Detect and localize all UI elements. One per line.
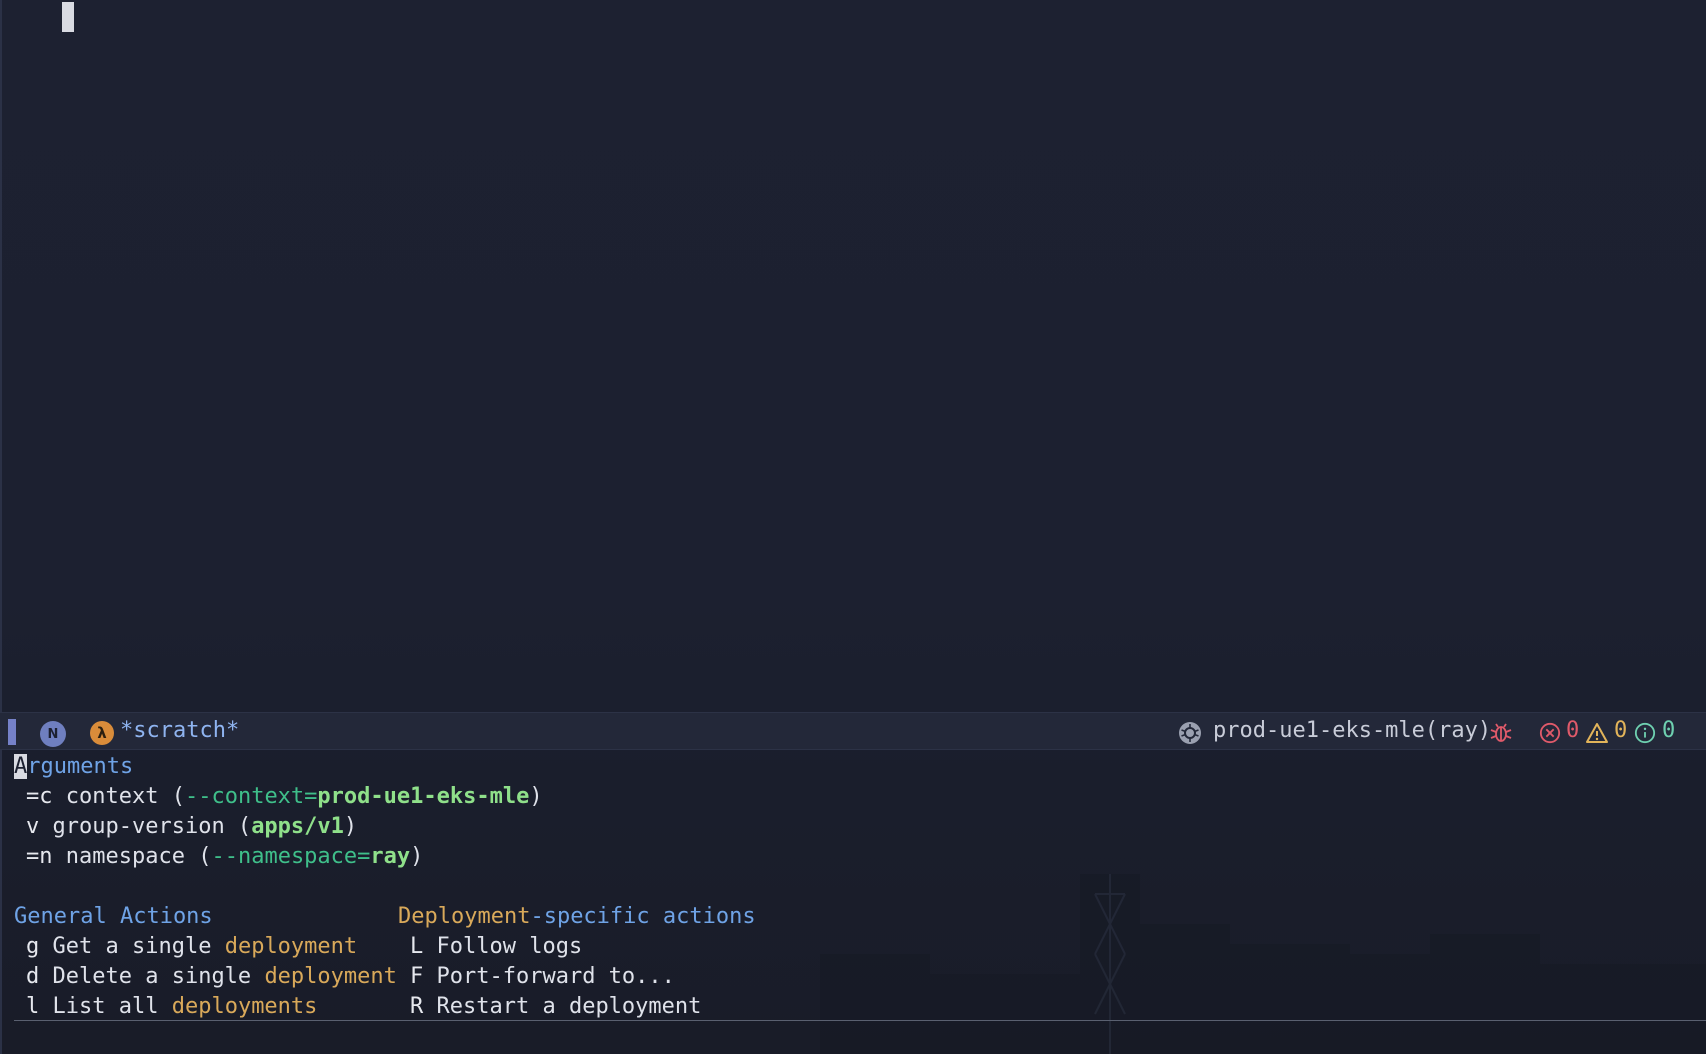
arguments-heading: Arguments xyxy=(14,752,133,782)
bug-icon[interactable] xyxy=(1489,721,1513,745)
arg-label: context xyxy=(65,784,159,809)
arg-flag: --namespace= xyxy=(211,844,371,869)
general-actions-heading: General Actions xyxy=(14,904,213,929)
arg-flag: --context= xyxy=(184,784,318,809)
error-icon[interactable] xyxy=(1539,722,1561,744)
point-cursor: A xyxy=(14,754,28,779)
arg-group-version[interactable]: v group-version (apps/v1) xyxy=(26,812,357,842)
specific-actions-heading: Deployment-specific actions xyxy=(398,902,756,932)
error-count: 0 xyxy=(1566,718,1580,743)
arg-key: =n xyxy=(26,844,53,869)
action-key: g xyxy=(26,934,40,959)
info-count: 0 xyxy=(1662,718,1676,743)
scratch-buffer[interactable] xyxy=(0,0,1706,712)
mode-line: N λ *scratch* prod-ue1-eks-mle(ray) 0 0 … xyxy=(0,712,1706,750)
action-key: F xyxy=(410,964,424,989)
arg-value: ray xyxy=(370,844,411,869)
action-port-forward[interactable]: F Port-forward to... xyxy=(410,962,675,992)
action-text: List all xyxy=(52,994,159,1019)
action-key: R xyxy=(410,994,424,1019)
minibuffer-divider xyxy=(14,1020,1706,1021)
action-get-deployment[interactable]: g Get a single deployment xyxy=(26,932,357,962)
specific-heading-text: -specific actions xyxy=(530,904,756,929)
action-delete-deployment[interactable]: d Delete a single deployment xyxy=(26,962,397,992)
action-object: deployment xyxy=(264,964,397,989)
arg-key: =c xyxy=(26,784,53,809)
action-text: Follow logs xyxy=(436,934,583,959)
emacs-frame: N λ *scratch* prod-ue1-eks-mle(ray) 0 0 … xyxy=(0,0,1706,1054)
action-follow-logs[interactable]: L Follow logs xyxy=(410,932,582,962)
arg-value: prod-ue1-eks-mle xyxy=(317,784,530,809)
kubernetes-context[interactable]: prod-ue1-eks-mle(ray) xyxy=(1213,718,1491,743)
action-object: deployments xyxy=(171,994,318,1019)
action-list-deployments[interactable]: l List all deployments xyxy=(26,992,317,1022)
action-text: Port-forward to... xyxy=(436,964,675,989)
arg-namespace[interactable]: =n namespace (--namespace=ray) xyxy=(26,842,423,872)
buffer-name[interactable]: *scratch* xyxy=(120,718,239,743)
action-object: deployment xyxy=(224,934,358,959)
arg-label: group-version xyxy=(52,814,225,839)
action-key: d xyxy=(26,964,40,989)
action-key: l xyxy=(26,994,40,1019)
kubernetes-icon xyxy=(1179,722,1201,744)
arguments-heading-text: rguments xyxy=(27,754,134,779)
evil-state-badge: N xyxy=(40,721,66,747)
info-icon[interactable] xyxy=(1634,722,1656,744)
arg-label: namespace xyxy=(65,844,185,869)
lambda-icon: λ xyxy=(90,721,114,745)
arg-key: v xyxy=(26,814,40,839)
action-text: Restart a deployment xyxy=(436,994,702,1019)
warning-count: 0 xyxy=(1614,718,1628,743)
action-text: Get a single xyxy=(52,934,212,959)
text-cursor xyxy=(62,2,74,32)
warning-icon[interactable] xyxy=(1585,721,1609,745)
action-key: L xyxy=(410,934,424,959)
action-restart-deployment[interactable]: R Restart a deployment xyxy=(410,992,701,1022)
arg-context[interactable]: =c context (--context=prod-ue1-eks-mle) xyxy=(26,782,543,812)
window-indicator-bar xyxy=(8,719,16,745)
specific-heading-object: Deployment xyxy=(398,904,531,929)
arg-value: apps/v1 xyxy=(251,814,344,839)
action-text: Delete a single xyxy=(52,964,252,989)
